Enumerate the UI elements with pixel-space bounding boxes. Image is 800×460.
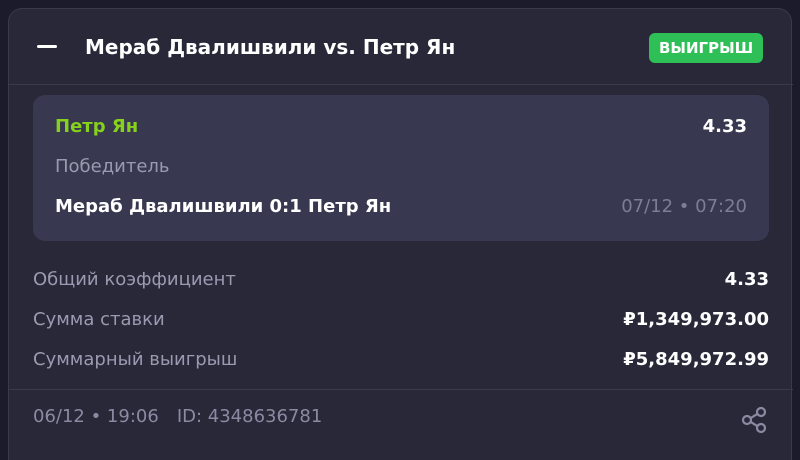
stake-row: Сумма ставки ₽1,349,973.00: [33, 307, 769, 333]
market-name: Победитель: [55, 156, 170, 177]
stake-label: Сумма ставки: [33, 309, 165, 330]
payout-label: Суммарный выигрыш: [33, 349, 238, 370]
bet-header[interactable]: Мераб Двалишвили vs. Петр Ян ВЫИГРЫШ: [9, 9, 793, 85]
payout-row: Суммарный выигрыш ₽5,849,972.99: [33, 347, 769, 373]
total-odds-label: Общий коэффициент: [33, 269, 236, 290]
match-score: Мераб Двалишвили 0:1 Петр Ян: [55, 196, 392, 217]
payout-value: ₽5,849,972.99: [623, 349, 769, 370]
selection-panel: Петр Ян 4.33 Победитель Мераб Двалишвили…: [33, 95, 769, 241]
selection-odds: 4.33: [702, 116, 747, 137]
bet-id: ID: 4348636781: [176, 406, 323, 427]
event-datetime: 07/12 • 07:20: [621, 196, 747, 217]
selection-name: Петр Ян: [55, 116, 139, 137]
event-title: Мераб Двалишвили vs. Петр Ян: [85, 35, 456, 59]
minus-icon[interactable]: [37, 45, 57, 48]
stake-value: ₽1,349,973.00: [623, 309, 769, 330]
footer-divider: [9, 389, 793, 390]
status-badge: ВЫИГРЫШ: [649, 33, 764, 63]
bet-datetime: 06/12 • 19:06: [33, 406, 159, 427]
total-odds-value: 4.33: [724, 269, 769, 290]
bet-meta: 06/12 • 19:06 ID: 4348636781: [33, 404, 322, 430]
bet-card: Мераб Двалишвили vs. Петр Ян ВЫИГРЫШ Пет…: [8, 8, 793, 460]
share-icon[interactable]: [739, 405, 769, 435]
total-odds-row: Общий коэффициент 4.33: [33, 267, 769, 293]
